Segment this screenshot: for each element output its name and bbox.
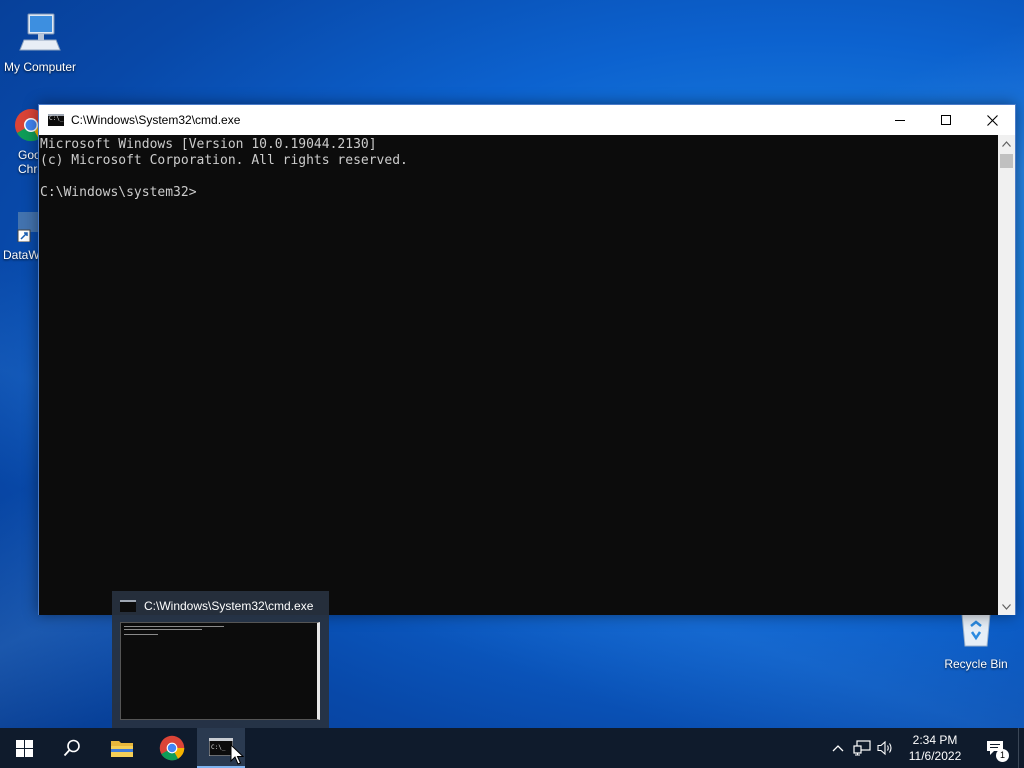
preview-window-thumbnail[interactable] — [120, 622, 320, 720]
minimize-icon — [895, 120, 905, 121]
cmd-icon — [120, 600, 136, 612]
desktop-icon-recycle-bin[interactable]: Recycle Bin — [936, 612, 1016, 671]
desktop-icon-label: Recycle Bin — [944, 657, 1008, 671]
thumbnail-line — [124, 634, 158, 635]
close-icon — [986, 114, 998, 126]
start-button[interactable] — [0, 728, 48, 768]
console-line: (c) Microsoft Corporation. All rights re… — [40, 153, 408, 168]
svg-text:C:\_: C:\_ — [211, 744, 226, 751]
console-line: Microsoft Windows [Version 10.0.19044.21… — [40, 137, 377, 152]
window-titlebar[interactable]: C:\Windows\System32\cmd.exe — [39, 105, 1015, 135]
computer-icon — [0, 10, 80, 57]
taskbar-thumbnail-preview[interactable]: C:\Windows\System32\cmd.exe — [112, 591, 329, 728]
console-output[interactable]: Microsoft Windows [Version 10.0.19044.21… — [39, 135, 999, 615]
file-explorer-button[interactable] — [98, 728, 146, 768]
thumbnail-line — [124, 629, 202, 630]
search-button[interactable] — [48, 728, 96, 768]
clock-date: 11/6/2022 — [908, 749, 962, 763]
minimize-button[interactable] — [877, 105, 923, 135]
desktop-icon-my-computer[interactable]: My Computer — [0, 10, 80, 74]
chrome-taskbar-button[interactable] — [148, 728, 196, 768]
maximize-button[interactable] — [923, 105, 969, 135]
scroll-up-button[interactable] — [998, 135, 1015, 152]
speaker-icon — [877, 740, 892, 756]
network-icon — [853, 740, 871, 756]
clock-time: 2:34 PM — [912, 733, 958, 747]
close-button[interactable] — [969, 105, 1015, 135]
mouse-cursor-icon — [230, 744, 244, 765]
thumbnail-line — [124, 626, 224, 627]
chevron-down-icon — [1002, 603, 1011, 610]
scroll-down-button[interactable] — [998, 598, 1015, 615]
recycle-bin-icon — [956, 612, 996, 651]
console-prompt: C:\Windows\system32> — [40, 185, 197, 200]
clock[interactable]: 2:34 PM 11/6/2022 — [898, 732, 972, 764]
show-desktop-button[interactable] — [1018, 728, 1024, 768]
chrome-icon — [159, 735, 185, 761]
cmd-icon — [48, 114, 64, 126]
maximize-icon — [941, 115, 951, 125]
volume-button[interactable] — [874, 728, 898, 768]
chevron-up-icon — [1002, 140, 1011, 147]
windows-logo-icon — [15, 739, 33, 757]
show-hidden-icons-button[interactable] — [826, 728, 850, 768]
notification-count-badge: 1 — [996, 749, 1009, 762]
network-button[interactable] — [850, 728, 874, 768]
folder-icon — [111, 741, 133, 757]
desktop-icon-label: My Computer — [3, 60, 77, 74]
vertical-scrollbar[interactable] — [998, 135, 1015, 615]
scroll-thumb[interactable] — [1000, 154, 1013, 168]
chevron-up-icon — [832, 745, 844, 752]
cmd-window[interactable]: C:\Windows\System32\cmd.exe Microsoft Wi… — [38, 104, 1016, 615]
search-icon — [63, 739, 80, 757]
action-center-button[interactable]: 1 — [972, 728, 1018, 768]
window-title: C:\Windows\System32\cmd.exe — [71, 113, 241, 127]
preview-title: C:\Windows\System32\cmd.exe — [144, 599, 314, 613]
system-tray: 2:34 PM 11/6/2022 1 — [826, 728, 1024, 768]
taskbar: C:\_ 2:34 PM 11/6/2022 1 — [0, 728, 1024, 768]
